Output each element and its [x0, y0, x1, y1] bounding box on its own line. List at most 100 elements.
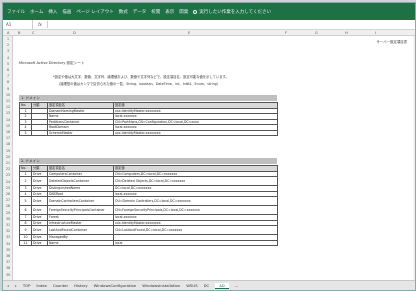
row-header[interactable]: 27: [3, 198, 13, 202]
row-header[interactable]: 28: [3, 204, 13, 208]
row-header[interactable]: 31: [3, 223, 13, 227]
row-header[interactable]: 32: [3, 229, 13, 233]
row-header[interactable]: 33: [3, 235, 13, 239]
row-header[interactable]: 18: [3, 142, 13, 146]
table-row: 2 Drive DeletedObjectsContainer CN=Deleted …: [19, 176, 278, 186]
row-header[interactable]: 17: [3, 136, 13, 140]
row-header[interactable]: 8: [3, 80, 13, 84]
table-cell[interactable]: CN=ForeignSecurityPrincipals,DC=local,DC…: [113, 205, 278, 215]
row-header[interactable]: 22: [3, 167, 13, 171]
ribbon-tab-page-layout[interactable]: ページ レイアウト: [76, 9, 113, 15]
row-header[interactable]: 10: [3, 93, 13, 97]
row-header[interactable]: 39: [3, 273, 13, 277]
worksheet-area[interactable]: サーバー設定項目書 Microsoft Active Directory 設定シ…: [13, 36, 413, 280]
table-cell[interactable]: DeletedObjectsContainer: [47, 176, 114, 186]
sheet-tab-bar: ◂ ▸ TOP Index Counter History WindowsCon…: [3, 280, 415, 290]
table-cell[interactable]: Drive: [31, 176, 48, 186]
sheet-tab-more[interactable]: ...: [235, 283, 239, 288]
row-header[interactable]: 1: [3, 37, 13, 41]
row-header[interactable]: 12: [3, 105, 13, 109]
name-box[interactable]: A1: [3, 20, 33, 29]
table-cell[interactable]: 6: [19, 205, 32, 215]
sheet-tab-history[interactable]: History: [74, 283, 88, 288]
sheet-title: Microsoft Active Directory 設定シート: [19, 61, 85, 65]
row-header[interactable]: 25: [3, 186, 13, 190]
row-header[interactable]: 36: [3, 254, 13, 258]
row-headers: 1 2 3 4 5 6 7 8 9 10 11 12 13 14 15 16 17 18 19 20 21 22 23 24 2…: [3, 36, 13, 280]
ribbon-tab-insert[interactable]: 挿入: [48, 9, 57, 15]
row-header[interactable]: 21: [3, 161, 13, 165]
table-cell[interactable]: Name: [47, 239, 114, 246]
ribbon-tab-review[interactable]: 校閲: [151, 9, 160, 15]
table-cell[interactable]: [31, 129, 48, 136]
table-cell[interactable]: xxx.IdentityMaster.xxxxxxxx: [113, 129, 278, 136]
ribbon-tab-developer[interactable]: 開発: [179, 9, 188, 15]
row-header[interactable]: 16: [3, 130, 13, 134]
section-1-table: No. 分類 設定項目名 設定値 1 DomainNamingMaster xxx.Iden…: [19, 102, 278, 136]
table-cell[interactable]: DomainControllersContainer: [47, 196, 114, 206]
table-cell[interactable]: 5: [19, 196, 32, 206]
sheet-tab-top[interactable]: TOP: [23, 283, 31, 288]
sheet-tab-windows-installation[interactable]: WindowsInstallation: [142, 283, 180, 288]
row-header[interactable]: 26: [3, 192, 13, 196]
ribbon-tab-formulas[interactable]: 数式: [119, 9, 128, 15]
sheet-tab-ad[interactable]: AD: [215, 282, 229, 289]
row-header[interactable]: 30: [3, 217, 13, 221]
table-cell[interactable]: Drive: [31, 205, 48, 215]
sheet-tab-windows-configuration[interactable]: WindowsConfiguration: [94, 283, 137, 288]
table-cell[interactable]: ForeignSecurityPrincipalsContainer: [47, 205, 114, 215]
row-header[interactable]: 14: [3, 118, 13, 122]
row-header[interactable]: 20: [3, 155, 13, 159]
row-header[interactable]: 34: [3, 242, 13, 246]
row-header[interactable]: 4: [3, 56, 13, 60]
row-header[interactable]: 24: [3, 180, 13, 184]
section-1-header: 1. ドメイン: [19, 95, 277, 101]
sheet-tab-index[interactable]: Index: [36, 283, 46, 288]
table-cell[interactable]: 9: [19, 225, 32, 235]
table-cell[interactable]: CN=Deleted Objects,DC=local,DC=xxxxxxx: [113, 176, 278, 186]
scroll-left-icon[interactable]: ◂: [7, 283, 9, 288]
ribbon-tab-home[interactable]: ホーム: [30, 9, 43, 15]
ribbon-tab-draw[interactable]: 描画: [62, 9, 71, 15]
table-cell[interactable]: 2: [19, 176, 32, 186]
table-cell[interactable]: LostAndFoundContainer: [47, 225, 114, 235]
table-cell[interactable]: local: [113, 239, 278, 246]
ribbon-tab-view[interactable]: 表示: [165, 9, 174, 15]
row-header[interactable]: 9: [3, 87, 13, 91]
table-cell[interactable]: CN=LostAndFound,DC=local,DC=xxxxxxx: [113, 225, 278, 235]
sheet-note-1: *設定や値は大文字、数値、文字列、論理値および、数値や文字列などで、設定項目名、…: [53, 75, 229, 79]
row-header[interactable]: 15: [3, 124, 13, 128]
formula-input[interactable]: [47, 21, 415, 28]
row-header[interactable]: 13: [3, 111, 13, 115]
ribbon-tabs: ファイル ホーム 挿入 描画 ページ レイアウト 数式 データ 校閲 表示 開発…: [3, 3, 415, 20]
sheet-tab-wsus[interactable]: WSUS: [186, 283, 197, 288]
row-header[interactable]: 23: [3, 173, 13, 177]
row-header[interactable]: 5: [3, 62, 13, 66]
tell-me-text: 実行したい作業を入力してください: [199, 9, 271, 15]
ribbon-tab-file[interactable]: ファイル: [7, 9, 25, 15]
row-header[interactable]: 3: [3, 49, 13, 53]
row-header[interactable]: 6: [3, 68, 13, 72]
row-header[interactable]: 35: [3, 248, 13, 252]
row-header[interactable]: 38: [3, 266, 13, 270]
table-cell[interactable]: OU=Domain Controllers,DC=local,DC=xxxxxx…: [113, 196, 278, 206]
table-cell[interactable]: Drive: [31, 196, 48, 206]
table-cell[interactable]: Drive: [31, 225, 48, 235]
row-header[interactable]: 19: [3, 149, 13, 153]
table-cell[interactable]: 5: [19, 129, 32, 136]
table-row: 6 Drive ForeignSecurityPrincipalsContainer…: [19, 205, 278, 215]
sheet-tab-counter[interactable]: Counter: [53, 283, 68, 288]
scroll-right-icon[interactable]: ▸: [15, 283, 17, 288]
ribbon-tab-data[interactable]: データ: [133, 9, 147, 15]
row-header[interactable]: 2: [3, 43, 13, 47]
row-header[interactable]: 29: [3, 211, 13, 215]
row-header[interactable]: 7: [3, 74, 13, 78]
table-cell[interactable]: SchemaMaster: [47, 129, 114, 136]
row-header[interactable]: 11: [3, 99, 13, 103]
row-header[interactable]: 37: [3, 260, 13, 264]
fx-icon[interactable]: fx: [33, 22, 47, 27]
sheet-tab-dc[interactable]: DC: [204, 283, 210, 288]
tell-me-box[interactable]: 実行したい作業を入力してください: [193, 9, 271, 15]
table-cell[interactable]: Drive: [31, 239, 48, 246]
table-cell[interactable]: 11: [19, 239, 32, 246]
